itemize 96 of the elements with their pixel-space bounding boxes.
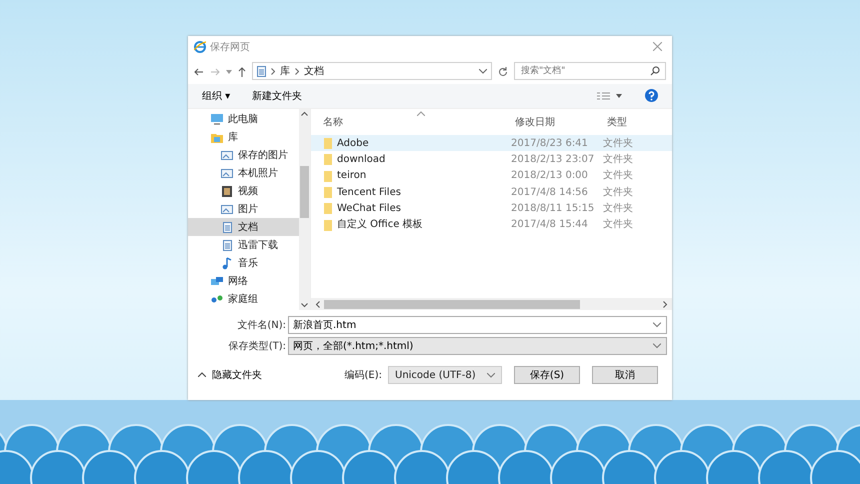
sidebar-item[interactable]: 迅雷下载 [188,236,299,254]
monitor-icon [210,112,224,126]
search-field[interactable]: 搜索"文档" [514,62,666,80]
file-type: 文件夹 [603,136,634,151]
file-row[interactable]: Tencent Files 2017/4/8 14:56 文件夹 [311,184,672,200]
refresh-button[interactable] [498,65,508,77]
hide-folders-button[interactable]: 隐藏文件夹 [198,368,262,382]
help-button[interactable] [645,88,658,104]
folder-icon [323,186,333,198]
chevron-down-icon [653,322,661,328]
sidebar-item[interactable]: 网络 [188,272,299,290]
caret-icon [226,70,232,74]
sidebar-item[interactable]: 家庭组 [188,290,299,308]
file-name: Adobe [337,136,369,151]
sidebar-item[interactable]: 此电脑 [188,110,299,128]
breadcrumb-item[interactable]: 文档 [304,64,324,78]
file-type: 文件夹 [603,152,634,167]
field-label: 编码(E): [344,368,382,382]
file-name: teiron [337,169,366,184]
file-date: 2017/4/8 15:44 [511,218,589,232]
encoding-dropdown[interactable]: Unicode (UTF-8) [388,366,502,384]
file-type: 文件夹 [603,168,634,184]
sidebar-item[interactable]: 保存的图片 [188,146,299,164]
file-name: download [337,152,386,167]
picture-icon [220,166,234,180]
new-folder-button[interactable]: 新建文件夹 [252,88,302,104]
cancel-button[interactable]: 取消 [592,366,658,384]
folder-icon [323,153,333,166]
up-button[interactable] [238,65,246,77]
column-header[interactable]: 类型 [603,114,672,130]
address-bar[interactable]: 库 文档 [252,62,492,80]
chevron-down-icon [479,68,487,74]
file-type-dropdown[interactable]: 网页，全部(*.htm;*.html) [288,337,667,355]
document-icon [257,66,266,76]
file-date: 2018/2/13 0:00 [511,169,589,184]
document-icon [220,220,234,234]
sidebar-item[interactable]: 图片 [188,200,299,218]
file-name: Tencent Files [337,186,401,200]
document-icon [220,238,234,252]
file-type: 文件夹 [603,202,634,216]
chevron-down-icon [487,372,495,378]
folder-icon [323,137,333,150]
file-type: 文件夹 [603,218,634,232]
scrollbar-thumb[interactable] [300,166,309,218]
column-header[interactable]: 名称 [311,114,511,130]
file-row[interactable]: 自定义 Office 模板 2017/4/8 15:44 文件夹 [311,216,672,233]
folder-icon [323,170,333,182]
view-list-caret-icon [597,92,623,100]
sidebar-item[interactable]: 视频 [188,182,299,200]
browser-logo-icon [194,41,206,53]
organize-menu-button[interactable]: 组织 ▾ [202,88,230,104]
file-name: 自定义 Office 模板 [337,218,423,232]
help-icon [645,89,658,102]
network-icon [210,274,224,288]
refresh-icon [498,66,508,77]
forward-arrow-icon [210,68,220,76]
file-row[interactable]: WeChat Files 2018/8/11 15:15 文件夹 [311,200,672,216]
picture-icon [220,202,234,216]
file-name: WeChat Files [337,202,401,216]
people-icon [210,292,224,306]
file-date: 2017/8/23 6:41 [511,136,589,151]
chevron-down-icon [653,344,661,348]
chevron-right-icon [295,68,299,74]
file-type: 文件夹 [603,186,634,200]
sidebar-item[interactable]: 音乐 [188,254,299,272]
vertical-scrollbar[interactable] [299,109,310,310]
chevron-right-icon [271,68,275,74]
window-title: 保存网页 [210,40,250,54]
sidebar-item[interactable]: 本机照片 [188,164,299,182]
music-note-icon [220,256,234,270]
sort-ascending-icon [417,111,425,116]
file-date: 2018/2/13 23:07 [511,152,596,167]
caret-up-icon [198,372,206,378]
column-header[interactable]: 修改日期 [511,114,603,130]
folder-icon [323,202,333,214]
close-icon [653,42,662,52]
file-date: 2017/4/8 14:56 [511,186,589,200]
up-arrow-icon [238,66,246,77]
file-row[interactable]: teiron 2018/2/13 0:00 文件夹 [311,168,672,184]
scrollbar-thumb[interactable] [324,300,580,308]
back-arrow-icon [194,68,204,76]
search-icon [650,66,660,76]
file-row[interactable]: download 2018/2/13 23:07 文件夹 [311,151,672,168]
save-button[interactable]: 保存(S) [514,366,580,384]
filename-combobox[interactable]: 新浪首页.htm [288,316,667,334]
field-label: 文件名(N): [236,318,286,332]
folder-icon [323,218,333,231]
film-icon [220,184,234,198]
breadcrumb-item[interactable]: 库 [280,64,290,78]
horizontal-scrollbar[interactable] [311,298,672,310]
sidebar-item[interactable]: 库 [188,128,299,146]
sidebar-item[interactable]: 文档 [188,218,299,236]
picture-icon [220,148,234,162]
field-label: 保存类型(T): [228,340,286,354]
file-row[interactable]: Adobe 2017/8/23 6:41 文件夹 [311,135,672,152]
file-date: 2018/8/11 15:15 [511,202,596,216]
